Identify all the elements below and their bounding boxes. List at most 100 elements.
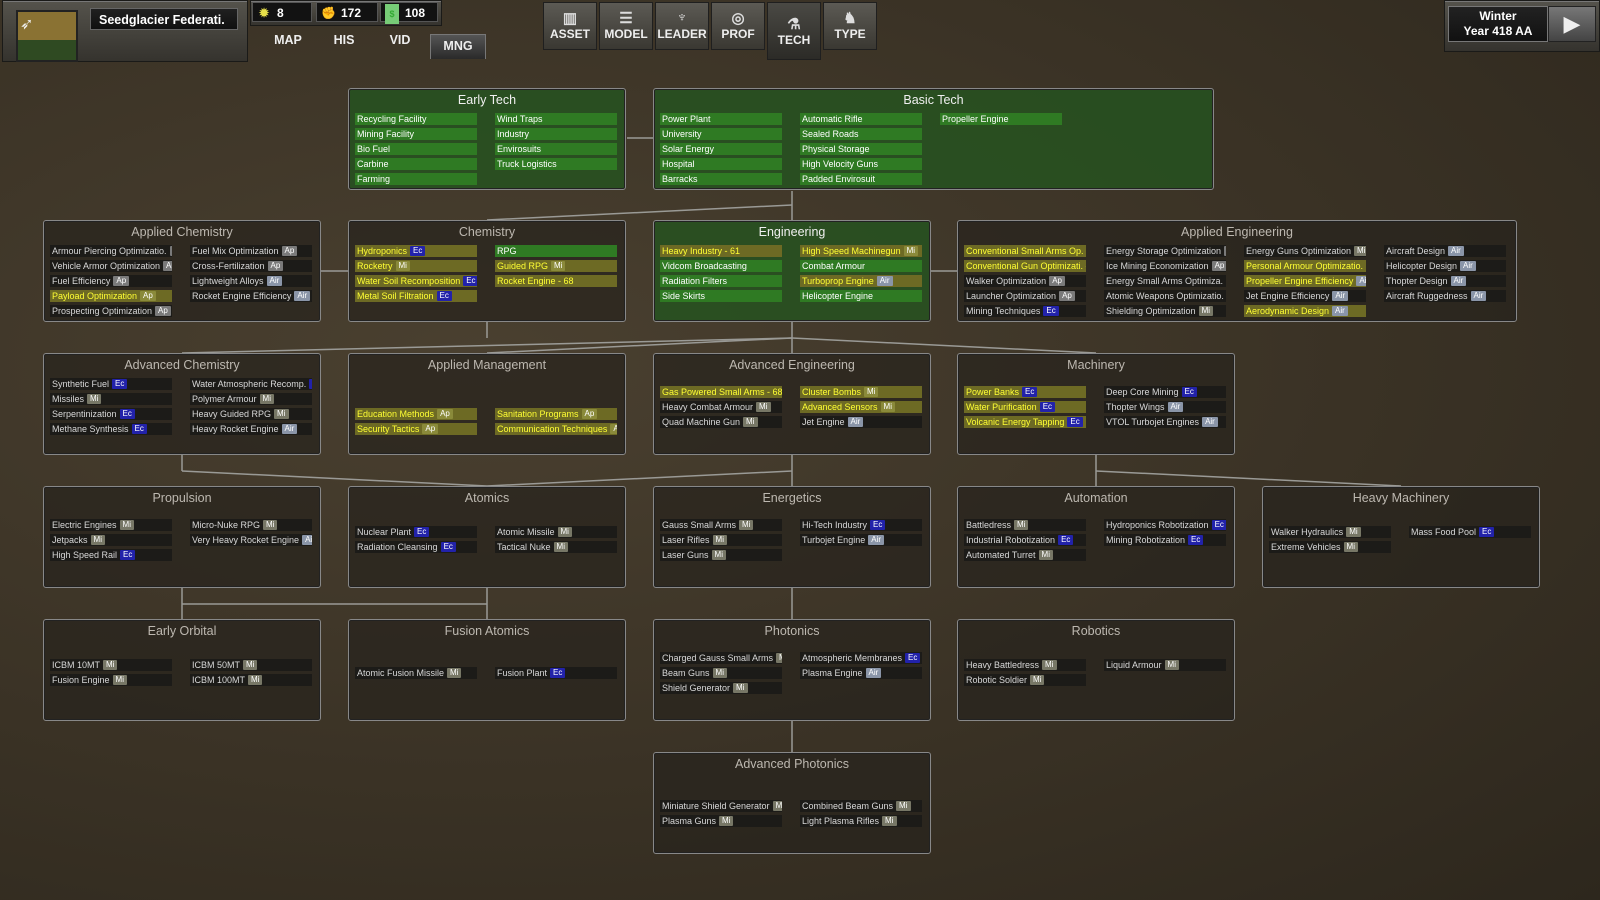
tech-item[interactable]: Combined Beam Guns Mi <box>800 799 922 812</box>
tech-item[interactable]: Hydroponics Robotization Ec <box>1104 518 1226 531</box>
tech-item[interactable]: Combat Armour <box>800 260 922 272</box>
tech-item[interactable]: Carbine <box>355 158 477 170</box>
tech-item[interactable]: Energy Guns Optimization Mi <box>1244 245 1366 257</box>
tech-item[interactable]: Industry <box>495 128 617 140</box>
tech-item[interactable]: Envirosuits <box>495 143 617 155</box>
tech-item[interactable]: Heavy Guided RPG Mi <box>190 408 312 420</box>
tech-item[interactable]: Mass Food Pool Ec <box>1409 526 1531 538</box>
tech-item[interactable]: Helicopter Engine <box>800 290 922 302</box>
tech-item[interactable]: Armour Piercing Optimizatio.Ap <box>50 245 172 257</box>
tech-item[interactable]: Hi-Tech Industry Ec <box>800 518 922 531</box>
tech-item[interactable]: Personal Armour Optimizatio.Mi <box>1244 260 1366 272</box>
tech-item[interactable]: Rocket Engine - 68 <box>495 275 617 287</box>
tech-item[interactable]: Mining Facility <box>355 128 477 140</box>
tech-item[interactable]: Energy Storage OptimizationAp <box>1104 245 1226 257</box>
tech-item[interactable]: ICBM 50MT Mi <box>190 659 312 671</box>
tech-item[interactable]: Turbojet Engine Air <box>800 533 922 546</box>
tech-item[interactable]: Cluster Bombs Mi <box>800 385 922 398</box>
tech-item[interactable]: Radiation Filters <box>660 275 782 287</box>
tech-item[interactable]: Side Skirts <box>660 290 782 302</box>
tech-item[interactable]: Charged Gauss Small ArmsMi <box>660 651 782 664</box>
tech-item[interactable]: Atmospheric Membranes Ec <box>800 651 922 664</box>
tech-item[interactable]: Heavy Battledress Mi <box>964 659 1086 671</box>
tech-item[interactable]: Water Atmospheric Recomp.Ec <box>190 378 312 390</box>
tech-item[interactable]: ICBM 10MT Mi <box>50 659 172 671</box>
tech-item[interactable]: Atomic Fusion Missile Mi <box>355 666 477 679</box>
tech-item[interactable]: Rocketry Mi <box>355 260 477 272</box>
tech-item[interactable]: Sanitation Programs Ap <box>495 408 617 420</box>
tech-item[interactable]: Extreme Vehicles Mi <box>1269 541 1391 553</box>
tech-item[interactable]: Mining Techniques Ec <box>964 305 1086 317</box>
tech-item[interactable]: Education Methods Ap <box>355 408 477 420</box>
tech-item[interactable]: Walker Hydraulics Mi <box>1269 526 1391 538</box>
tech-item[interactable]: Fusion Plant Ec <box>495 666 617 679</box>
tech-item[interactable]: Very Heavy Rocket EngineAir <box>190 533 312 546</box>
tech-item[interactable]: Synthetic Fuel Ec <box>50 378 172 390</box>
tech-item[interactable]: Laser Rifles Mi <box>660 533 782 546</box>
tech-item[interactable]: Vidcom Broadcasting <box>660 260 782 272</box>
tech-item[interactable]: Lightweight Alloys Air <box>190 275 312 287</box>
tech-item[interactable]: Physical Storage <box>800 143 922 155</box>
tech-item[interactable]: Heavy Industry - 61 <box>660 245 782 257</box>
tech-item[interactable]: Ice Mining Economization Ap <box>1104 260 1226 272</box>
tech-item[interactable]: Polymer Armour Mi <box>190 393 312 405</box>
tech-item[interactable]: Gas Powered Small Arms - 68 <box>660 385 782 398</box>
tech-item[interactable]: Thopter Design Air <box>1384 275 1506 287</box>
tech-item[interactable]: Mining Robotization Ec <box>1104 533 1226 546</box>
tech-item[interactable]: Walker Optimization Ap <box>964 275 1086 287</box>
tech-item[interactable]: Electric Engines Mi <box>50 518 172 531</box>
tech-item[interactable]: Payload Optimization Ap <box>50 290 172 302</box>
tech-item[interactable]: Aircraft Ruggedness Air <box>1384 290 1506 302</box>
tech-item[interactable]: Truck Logistics <box>495 158 617 170</box>
tech-item[interactable]: Power Plant <box>660 113 782 125</box>
tech-item[interactable]: RPG <box>495 245 617 257</box>
tech-item[interactable]: Heavy Rocket Engine Air <box>190 423 312 435</box>
tech-item[interactable]: Thopter Wings Air <box>1104 400 1226 413</box>
tech-item[interactable]: Aircraft Design Air <box>1384 245 1506 257</box>
tech-item[interactable]: Conventional Gun Optimizati. - 51 <box>964 260 1086 272</box>
tech-item[interactable]: Battledress Mi <box>964 518 1086 531</box>
tech-item[interactable]: Automatic Rifle <box>800 113 922 125</box>
tech-item[interactable]: Communication TechniquesAp <box>495 423 617 435</box>
tech-item[interactable]: Water Soil Recomposition Ec <box>355 275 477 287</box>
tech-item[interactable]: Prospecting Optimization Ap <box>50 305 172 317</box>
tech-item[interactable]: Fuel Efficiency Ap <box>50 275 172 287</box>
tech-item[interactable]: Miniature Shield GeneratorMi <box>660 799 782 812</box>
tech-item[interactable]: Laser Guns Mi <box>660 548 782 561</box>
tech-item[interactable]: Serpentinization Ec <box>50 408 172 420</box>
tech-item[interactable]: ICBM 100MT Mi <box>190 674 312 686</box>
tech-item[interactable]: Sealed Roads <box>800 128 922 140</box>
tech-item[interactable]: High Speed Machinegun Mi <box>800 245 922 257</box>
tech-item[interactable]: Tactical Nuke Mi <box>495 541 617 553</box>
tech-item[interactable]: Hydroponics Ec <box>355 245 477 257</box>
tech-item[interactable]: Micro-Nuke RPG Mi <box>190 518 312 531</box>
tech-item[interactable]: Bio Fuel <box>355 143 477 155</box>
tech-item[interactable]: Fuel Mix Optimization Ap <box>190 245 312 257</box>
tech-item[interactable]: Missiles Mi <box>50 393 172 405</box>
tech-item[interactable]: Shielding Optimization Mi <box>1104 305 1226 317</box>
tech-item[interactable]: Radiation Cleansing Ec <box>355 541 477 553</box>
tech-item[interactable]: Propeller Engine EfficiencyAir <box>1244 275 1366 287</box>
tech-item[interactable]: Gauss Small Arms Mi <box>660 518 782 531</box>
tech-item[interactable]: Jet Engine Air <box>800 415 922 428</box>
tech-item[interactable]: Rocket Engine Efficiency Air <box>190 290 312 302</box>
tech-item[interactable]: Atomic Missile Mi <box>495 526 617 538</box>
tech-item[interactable]: Wind Traps <box>495 113 617 125</box>
tech-item[interactable]: Hospital <box>660 158 782 170</box>
tech-item[interactable]: Metal Soil Filtration Ec <box>355 290 477 302</box>
tech-item[interactable]: Industrial Robotization Ec <box>964 533 1086 546</box>
tech-item[interactable]: Water Purification Ec <box>964 400 1086 413</box>
tech-item[interactable]: Turboprop Engine Air <box>800 275 922 287</box>
tech-item[interactable]: Advanced Sensors Mi <box>800 400 922 413</box>
tech-item[interactable]: Padded Envirosuit <box>800 173 922 185</box>
tech-item[interactable]: Nuclear Plant Ec <box>355 526 477 538</box>
tech-item[interactable]: Energy Small Arms Optimiza.Mi <box>1104 275 1226 287</box>
tech-item[interactable]: Guided RPG Mi <box>495 260 617 272</box>
tech-item[interactable]: Shield Generator Mi <box>660 681 782 694</box>
tech-item[interactable]: Helicopter Design Air <box>1384 260 1506 272</box>
tech-item[interactable]: Conventional Small Arms Op.Ap <box>964 245 1086 257</box>
tech-item[interactable]: Vehicle Armor OptimizationAp <box>50 260 172 272</box>
tech-item[interactable]: Quad Machine Gun Mi <box>660 415 782 428</box>
tech-item[interactable]: Jetpacks Mi <box>50 533 172 546</box>
tech-item[interactable]: Aerodynamic Design Air <box>1244 305 1366 317</box>
